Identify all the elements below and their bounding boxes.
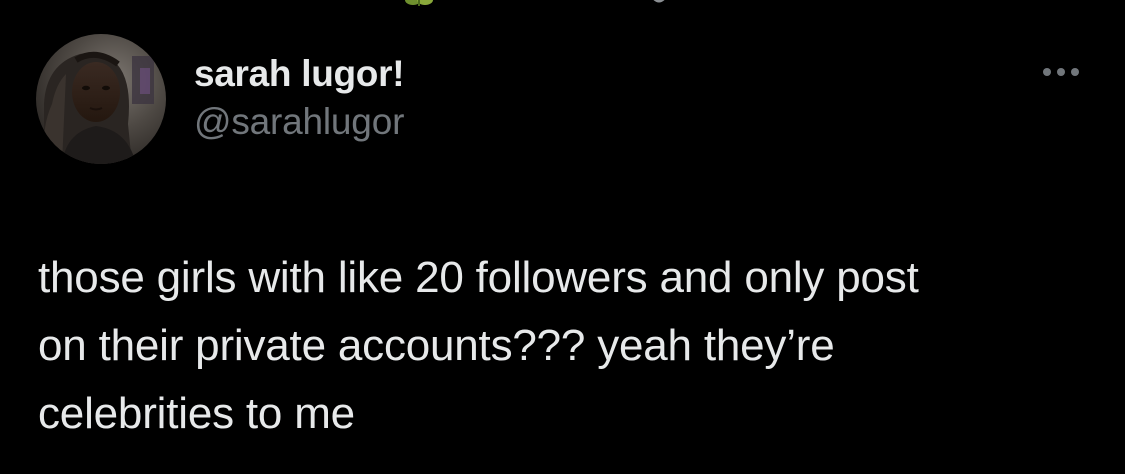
tweet-text: those girls with like 20 followers and o… [38, 253, 919, 438]
avatar[interactable] [36, 34, 166, 164]
tweet-author: sarah lugor! @sarahlugor [194, 52, 405, 144]
more-options-button[interactable] [1036, 60, 1086, 84]
tweet: sarah lugor! @sarahlugor those girls wit… [0, 0, 1125, 474]
profile-photo [36, 34, 166, 164]
more-horizontal-icon [1043, 68, 1079, 76]
display-name[interactable]: sarah lugor! [194, 52, 405, 96]
username-handle[interactable]: @sarahlugor [194, 100, 404, 144]
